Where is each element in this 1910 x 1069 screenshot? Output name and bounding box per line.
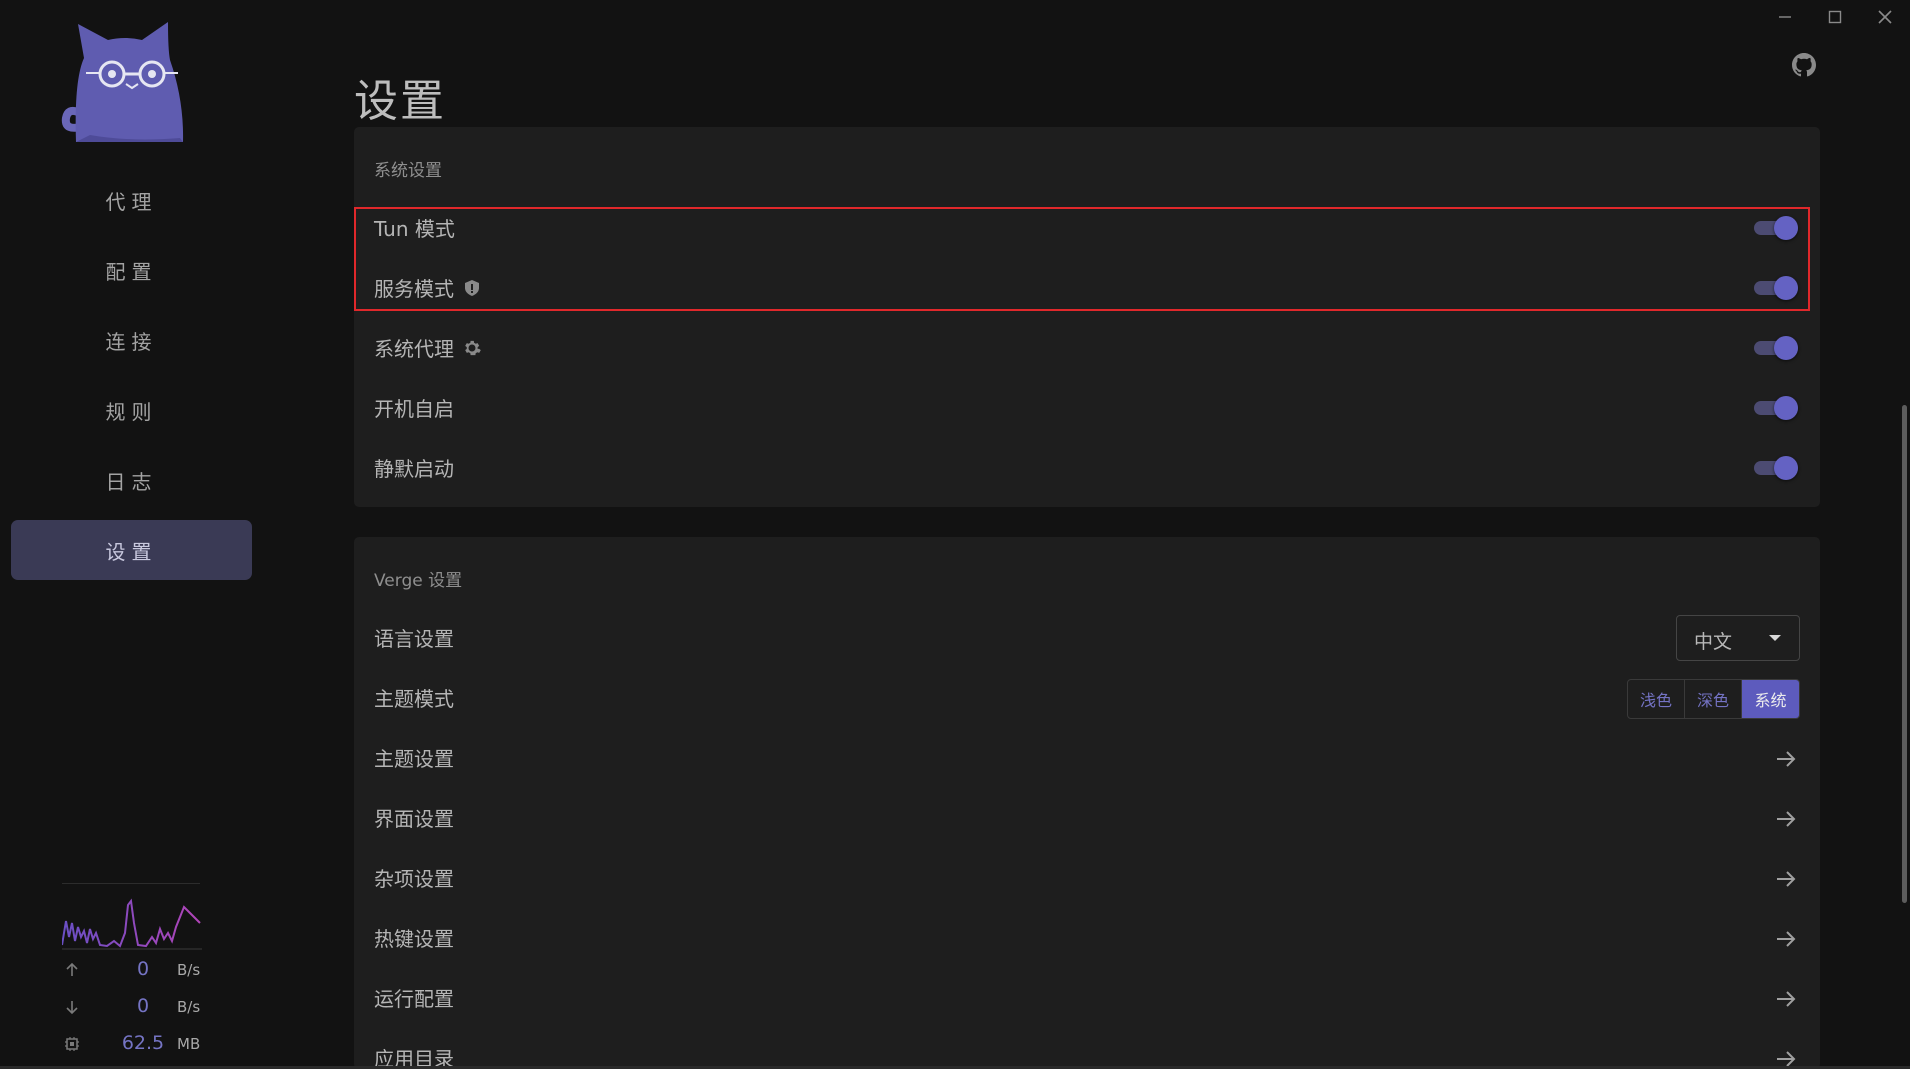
download-unit: B/s bbox=[177, 998, 201, 1016]
runtime-config-row[interactable]: 运行配置 bbox=[354, 969, 1820, 1027]
theme-mode-row: 主题模式 浅色 深色 系统 bbox=[354, 669, 1820, 727]
github-icon[interactable] bbox=[1792, 53, 1816, 77]
theme-light-button[interactable]: 浅色 bbox=[1628, 680, 1685, 718]
sidebar-item-label: 配置 bbox=[105, 259, 158, 284]
theme-mode-group: 浅色 深色 系统 bbox=[1627, 679, 1800, 719]
gear-icon[interactable] bbox=[462, 338, 482, 358]
memory-unit: MB bbox=[177, 1035, 201, 1053]
sidebar-item-label: 日志 bbox=[105, 469, 158, 494]
auto-launch-label: 开机自启 bbox=[374, 397, 454, 421]
theme-settings-label: 主题设置 bbox=[374, 747, 454, 771]
sidebar-item-rules[interactable]: 规则 bbox=[11, 380, 252, 440]
theme-dark-button[interactable]: 深色 bbox=[1685, 680, 1742, 718]
app-dir-row[interactable]: 应用目录 bbox=[354, 1029, 1820, 1069]
language-select[interactable]: 中文 bbox=[1676, 615, 1800, 661]
system-proxy-label: 系统代理 bbox=[374, 337, 454, 361]
maximize-button[interactable] bbox=[1810, 0, 1860, 34]
traffic-divider bbox=[62, 883, 200, 884]
silent-start-toggle[interactable] bbox=[1752, 453, 1800, 483]
auto-launch-toggle[interactable] bbox=[1752, 393, 1800, 423]
upload-unit: B/s bbox=[177, 961, 201, 979]
sidebar-item-connections[interactable]: 连接 bbox=[11, 310, 252, 370]
upload-value: 0 bbox=[136, 958, 150, 980]
download-stat: 0 B/s bbox=[62, 992, 204, 1022]
minimize-button[interactable] bbox=[1760, 0, 1810, 34]
verge-settings-title: Verge 设置 bbox=[374, 571, 463, 591]
sidebar-item-label: 连接 bbox=[105, 329, 158, 354]
system-proxy-toggle[interactable] bbox=[1752, 333, 1800, 363]
arrow-right-icon[interactable] bbox=[1774, 807, 1798, 831]
memory-stat: 62.5 MB bbox=[62, 1029, 204, 1059]
silent-start-label: 静默启动 bbox=[374, 457, 454, 481]
arrow-up-icon bbox=[66, 962, 78, 976]
language-label: 语言设置 bbox=[374, 627, 454, 651]
arrow-down-icon bbox=[66, 1001, 78, 1015]
misc-settings-row[interactable]: 杂项设置 bbox=[354, 849, 1820, 907]
silent-start-row: 静默启动 bbox=[354, 439, 1820, 497]
sidebar-item-label: 代理 bbox=[105, 189, 158, 214]
sidebar-item-logs[interactable]: 日志 bbox=[11, 450, 252, 510]
arrow-right-icon[interactable] bbox=[1774, 987, 1798, 1011]
sidebar-item-proxy[interactable]: 代理 bbox=[11, 170, 252, 230]
memory-chip-icon bbox=[65, 1037, 79, 1051]
window-controls bbox=[1760, 0, 1910, 34]
sidebar-item-settings[interactable]: 设置 bbox=[11, 520, 252, 580]
sidebar-item-label: 设置 bbox=[105, 539, 158, 564]
verge-settings-card: Verge 设置 语言设置 中文 主题模式 浅色 深色 系统 主题设置 界面设置… bbox=[354, 537, 1820, 1069]
hotkey-settings-row[interactable]: 热键设置 bbox=[354, 909, 1820, 967]
arrow-right-icon[interactable] bbox=[1774, 927, 1798, 951]
close-icon bbox=[1878, 10, 1892, 24]
sidebar: 代理 配置 连接 规则 日志 设置 0 B/s 0 B/s 62.5 MB bbox=[0, 0, 268, 1069]
page-title: 设置 bbox=[354, 76, 446, 128]
traffic-graph bbox=[62, 898, 202, 950]
caret-down-icon bbox=[1769, 635, 1781, 641]
arrow-right-icon[interactable] bbox=[1774, 747, 1798, 771]
sidebar-item-label: 规则 bbox=[105, 399, 158, 424]
system-proxy-row: 系统代理 bbox=[354, 319, 1820, 377]
auto-launch-row: 开机自启 bbox=[354, 379, 1820, 437]
minimize-icon bbox=[1779, 16, 1791, 18]
language-value: 中文 bbox=[1694, 631, 1733, 653]
theme-settings-row[interactable]: 主题设置 bbox=[354, 729, 1820, 787]
theme-system-button[interactable]: 系统 bbox=[1742, 680, 1799, 718]
system-settings-title: 系统设置 bbox=[374, 161, 442, 181]
upload-stat: 0 B/s bbox=[62, 955, 204, 985]
runtime-config-label: 运行配置 bbox=[374, 987, 454, 1011]
layout-settings-row[interactable]: 界面设置 bbox=[354, 789, 1820, 847]
misc-settings-label: 杂项设置 bbox=[374, 867, 454, 891]
highlight-box bbox=[354, 207, 1810, 311]
scrollbar-thumb[interactable] bbox=[1902, 405, 1907, 903]
theme-mode-label: 主题模式 bbox=[374, 687, 454, 711]
layout-settings-label: 界面设置 bbox=[374, 807, 454, 831]
system-settings-card: 系统设置 Tun 模式 服务模式 系统代理 开机自启 静默启动 bbox=[354, 127, 1820, 507]
hotkey-settings-label: 热键设置 bbox=[374, 927, 454, 951]
cat-logo bbox=[61, 22, 184, 142]
maximize-icon bbox=[1828, 10, 1842, 24]
language-row: 语言设置 中文 bbox=[354, 609, 1820, 667]
download-value: 0 bbox=[136, 995, 150, 1017]
memory-value: 62.5 bbox=[121, 1032, 165, 1054]
arrow-right-icon[interactable] bbox=[1774, 867, 1798, 891]
sidebar-item-profiles[interactable]: 配置 bbox=[11, 240, 252, 300]
